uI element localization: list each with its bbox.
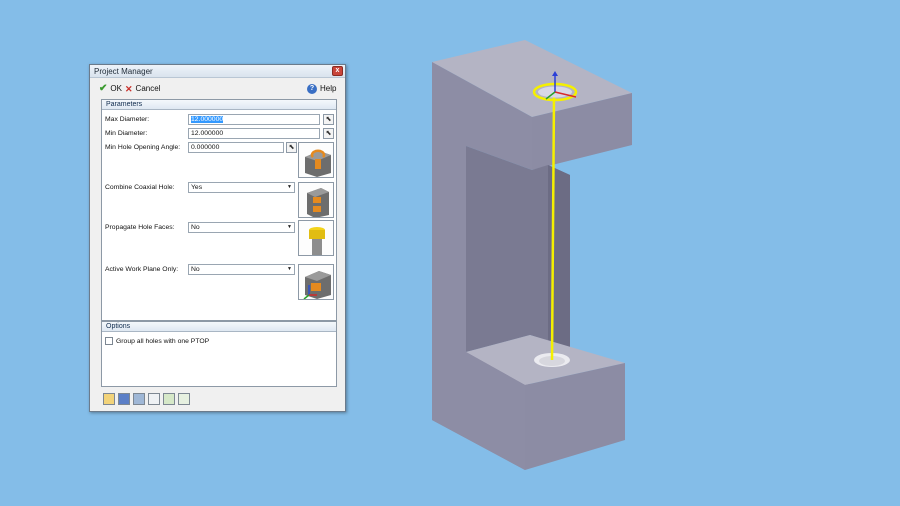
tab-color-icon[interactable] [163,393,175,405]
group-all-holes-option[interactable]: Group all holes with one PTOP [105,337,209,345]
chevron-down-icon: ▼ [287,266,292,272]
help-label: Help [320,84,337,93]
active-work-plane-only-label: Active Work Plane Only: [105,266,179,273]
parameters-header: Parameters [102,100,336,110]
chevron-down-icon: ▼ [287,224,292,230]
min-hole-opening-angle-value: 0.000000 [191,144,220,151]
toolbar: ✔ OK ✕ Cancel ? Help [90,79,345,99]
min-diameter-field[interactable]: 12.000000 [188,128,320,139]
min-hole-opening-angle-field[interactable]: 0.000000 [188,142,284,153]
combine-coaxial-hole-label: Combine Coaxial Hole: [105,184,175,191]
ok-label: OK [110,84,122,93]
active-work-plane-only-select[interactable]: No ▼ [188,264,295,275]
tab-tools-icon[interactable] [133,393,145,405]
x-icon: ✕ [125,84,133,94]
max-diameter-label: Max Diameter: [105,116,150,123]
project-manager-window: Project Manager x ✔ OK ✕ Cancel ? Help P… [89,64,346,412]
ok-button[interactable]: ✔ OK [99,83,122,95]
help-button[interactable]: ? Help [307,83,336,95]
propagate-hole-faces-select[interactable]: No ▼ [188,222,295,233]
window-title: Project Manager [94,67,153,76]
propagate-hole-faces-label: Propagate Hole Faces: [105,224,175,231]
propagate-hole-faces-value: No [191,224,200,231]
window-titlebar[interactable]: Project Manager x [90,65,345,78]
combine-coaxial-hole-value: Yes [191,184,203,191]
chevron-down-icon: ▼ [287,184,292,190]
active-work-plane-only-value: No [191,266,200,273]
tab-settings-icon[interactable] [178,393,190,405]
max-diameter-field[interactable]: 12.000000 [188,114,320,125]
tab-document-icon[interactable] [148,393,160,405]
part-3d-view[interactable] [400,30,660,480]
group-all-holes-label: Group all holes with one PTOP [116,337,210,345]
min-diameter-value: 12.000000 [191,130,224,137]
help-icon: ? [307,84,317,94]
close-icon[interactable]: x [332,66,343,76]
check-icon: ✔ [99,83,108,94]
pick-icon[interactable]: ⬉ [323,128,334,139]
max-diameter-value: 12.000000 [191,116,224,123]
options-header: Options [102,322,336,332]
min-diameter-label: Min Diameter: [105,130,148,137]
tab-features-icon[interactable] [103,393,115,405]
parameters-group: Parameters Max Diameter: 12.000000 ⬉ Min… [101,99,337,321]
group-all-holes-checkbox[interactable] [105,337,113,345]
propagate-faces-preview [298,220,334,256]
pick-icon[interactable]: ⬉ [323,114,334,125]
hole-opening-angle-preview [298,142,334,178]
coaxial-hole-preview [298,182,334,218]
work-plane-preview [298,264,334,300]
options-group: Options Group all holes with one PTOP [101,321,337,387]
cancel-label: Cancel [135,84,161,93]
tab-machine-icon[interactable] [118,393,130,405]
bottom-tab-bar [101,391,337,407]
cancel-button[interactable]: ✕ Cancel [125,83,160,95]
pick-icon[interactable]: ⬉ [286,142,297,153]
combine-coaxial-hole-select[interactable]: Yes ▼ [188,182,295,193]
min-hole-opening-angle-label: Min Hole Opening Angle: [105,144,181,151]
